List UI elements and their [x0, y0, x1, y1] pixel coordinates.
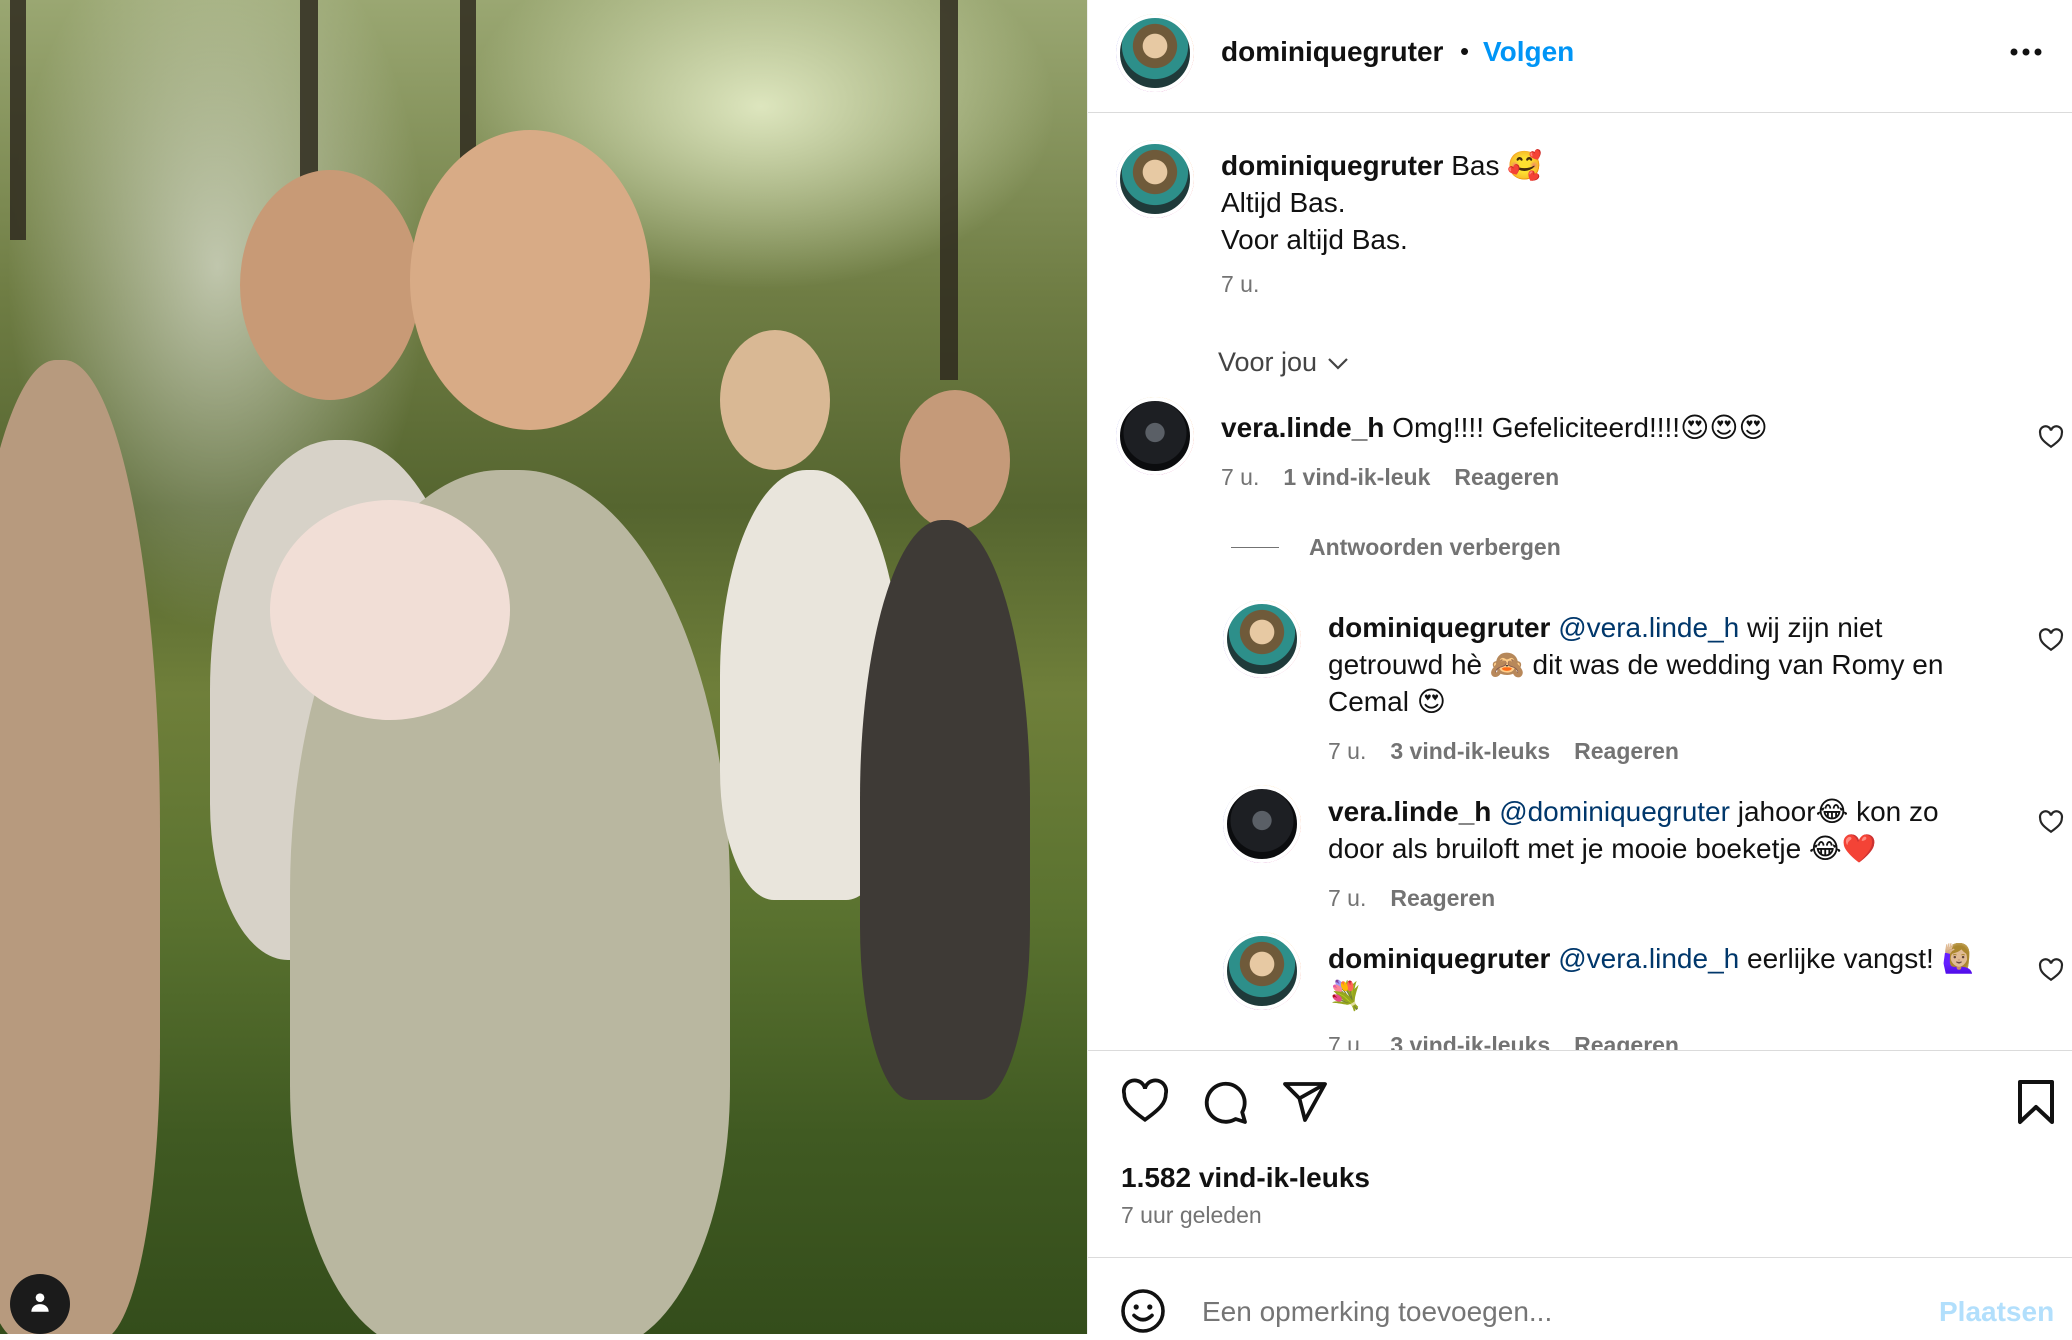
hide-replies-button[interactable]: Antwoorden verbergen: [1309, 534, 1561, 561]
replies-divider: [1231, 547, 1279, 548]
caption: dominiquegruter Bas 🥰 Altijd Bas. Voor a…: [1221, 147, 2021, 258]
comment-text: vera.linde_h Omg!!!! Gefeliciteerd!!!!😍😍…: [1221, 409, 1981, 446]
reply-text: dominiquegruter @vera.linde_h wij zijn n…: [1328, 609, 1998, 720]
sort-for-you-dropdown[interactable]: Voor jou: [1218, 347, 1349, 378]
share-icon[interactable]: [1281, 1078, 1329, 1131]
reply-mention[interactable]: @vera.linde_h: [1558, 612, 1739, 643]
reply-meta: 7 u. 3 vind-ik-leuks Reageren: [1328, 1032, 1679, 1050]
reply-meta: 7 u. 3 vind-ik-leuks Reageren: [1328, 738, 1679, 765]
reply-body-line-3: Cemal 😍: [1328, 686, 1446, 717]
reply-avatar[interactable]: [1223, 600, 1301, 678]
person-bride-head: [410, 130, 650, 430]
comment-reply-button[interactable]: Reageren: [1454, 464, 1559, 491]
emoji-icon[interactable]: [1119, 1287, 1167, 1340]
comment-box-divider: [1088, 1257, 2072, 1258]
person-man-head: [240, 170, 420, 400]
author-avatar[interactable]: [1116, 14, 1194, 92]
reply-body-line-1: eerlijke vangst! 🙋🏼‍♀️: [1739, 943, 1977, 974]
tagged-users-button[interactable]: [10, 1274, 70, 1334]
reply-body-line-2: getrouwd hè 🙈 dit was de wedding van Rom…: [1328, 649, 1944, 680]
reply-body-line-1: wij zijn niet: [1739, 612, 1883, 643]
comment-likes[interactable]: 1 vind-ik-leuk: [1283, 464, 1430, 491]
reply-reply-button[interactable]: Reageren: [1574, 1032, 1679, 1050]
heart-icon[interactable]: [1120, 1078, 1170, 1129]
reply-clip-region: dominiquegruter @vera.linde_h eerlijke v…: [1088, 920, 2072, 1050]
reply-avatar[interactable]: [1223, 932, 1301, 1010]
reply-body-line-1: jahoor😂 kon zo: [1729, 796, 1939, 827]
post-details-panel: dominiquegruter • Volgen dominiquegruter…: [1087, 0, 2072, 1334]
reply-likes[interactable]: 3 vind-ik-leuks: [1390, 738, 1550, 765]
comments-bottom-divider: [1088, 1050, 2072, 1051]
reply-time[interactable]: 7 u.: [1328, 885, 1366, 912]
post-photo[interactable]: [0, 0, 1087, 1334]
comment-username[interactable]: vera.linde_h: [1221, 412, 1384, 443]
comment-body: Omg!!!! Gefeliciteerd!!!!😍😍😍: [1392, 412, 1768, 443]
reply-mention[interactable]: @vera.linde_h: [1558, 943, 1739, 974]
reply-username[interactable]: dominiquegruter: [1328, 943, 1550, 974]
tree-trunk: [940, 0, 958, 380]
post-comment-button[interactable]: Plaatsen: [1939, 1296, 2054, 1328]
reply-time[interactable]: 7 u.: [1328, 1032, 1366, 1050]
commenter-avatar[interactable]: [1116, 397, 1194, 475]
comment-meta: 7 u. 1 vind-ik-leuk Reageren: [1221, 464, 1559, 491]
caption-line-2: Altijd Bas.: [1221, 187, 1346, 218]
reply-body-line-2: door als bruiloft met je mooie boeketje …: [1328, 833, 1877, 864]
caption-username[interactable]: dominiquegruter: [1221, 150, 1443, 181]
sort-label: Voor jou: [1218, 347, 1318, 377]
reply-text: vera.linde_h @dominiquegruter jahoor😂 ko…: [1328, 793, 1998, 867]
person-icon: [27, 1289, 53, 1320]
caption-line-1: Bas 🥰: [1451, 150, 1543, 181]
bouquet: [270, 500, 510, 720]
comment-time[interactable]: 7 u.: [1221, 464, 1259, 491]
reply-avatar[interactable]: [1223, 785, 1301, 863]
reply-body-line-2: 💐: [1328, 980, 1363, 1011]
comment-icon[interactable]: [1201, 1078, 1249, 1131]
caption-time[interactable]: 7 u.: [1221, 271, 1259, 298]
person-brunette-head: [900, 390, 1010, 530]
more-options-icon[interactable]: [2008, 38, 2044, 71]
heart-icon[interactable]: [2038, 810, 2064, 834]
reply-username[interactable]: dominiquegruter: [1328, 612, 1550, 643]
separator-dot: •: [1460, 36, 1470, 66]
bookmark-icon[interactable]: [2016, 1078, 2056, 1131]
heart-icon[interactable]: [2038, 628, 2064, 652]
reply-likes[interactable]: 3 vind-ik-leuks: [1390, 1032, 1550, 1050]
reply-reply-button[interactable]: Reageren: [1390, 885, 1495, 912]
heart-icon[interactable]: [2038, 958, 2064, 982]
reply-username[interactable]: vera.linde_h: [1328, 796, 1491, 827]
reply-meta: 7 u. Reageren: [1328, 885, 1495, 912]
tree-trunk: [10, 0, 26, 240]
follow-button[interactable]: Volgen: [1483, 36, 1574, 68]
person-brunette: [860, 520, 1030, 1100]
comment-input[interactable]: [1200, 1290, 1904, 1334]
caption-avatar[interactable]: [1116, 140, 1194, 218]
chevron-down-icon: [1327, 347, 1349, 378]
author-username[interactable]: dominiquegruter: [1221, 36, 1443, 68]
caption-line-3: Voor altijd Bas.: [1221, 224, 1408, 255]
reply-reply-button[interactable]: Reageren: [1574, 738, 1679, 765]
reply-time[interactable]: 7 u.: [1328, 738, 1366, 765]
post-header: dominiquegruter • Volgen: [1088, 0, 2072, 113]
posted-time[interactable]: 7 uur geleden: [1121, 1202, 1262, 1229]
reply-text: dominiquegruter @vera.linde_h eerlijke v…: [1328, 940, 1998, 1014]
reply-mention[interactable]: @dominiquegruter: [1499, 796, 1730, 827]
person-left: [0, 360, 160, 1334]
person-blonde-head: [720, 330, 830, 470]
heart-icon[interactable]: [2038, 425, 2064, 449]
likes-count[interactable]: 1.582 vind-ik-leuks: [1121, 1162, 1370, 1194]
